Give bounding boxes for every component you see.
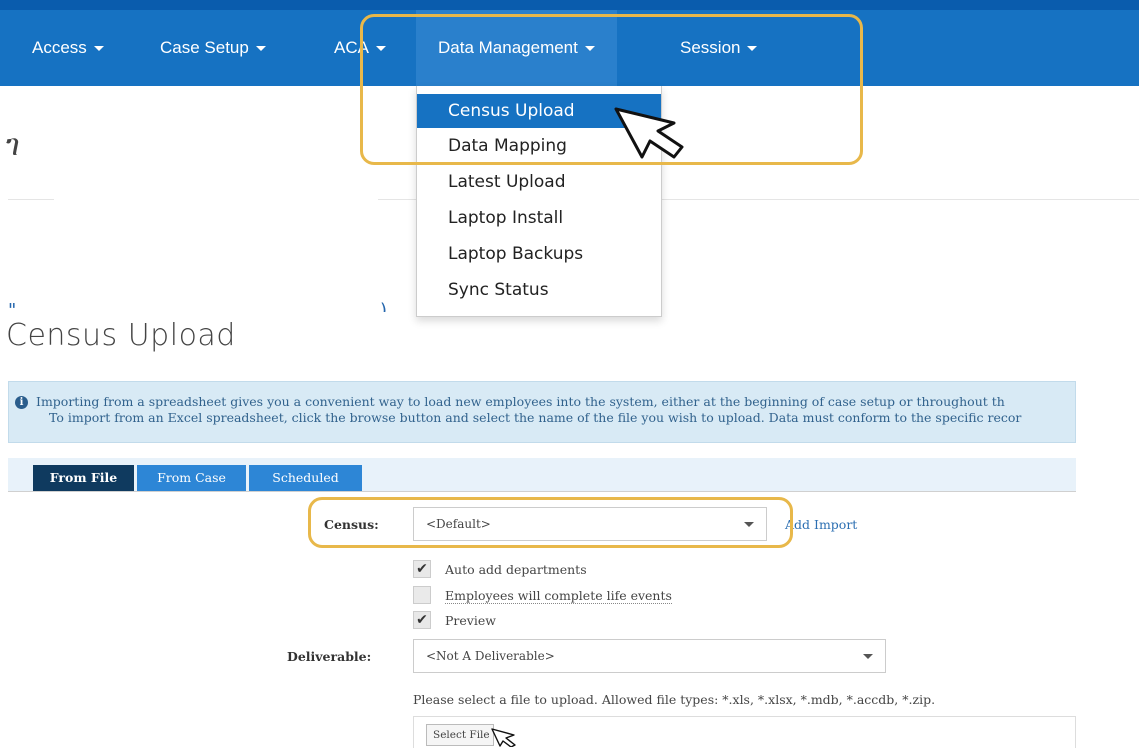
nav-access[interactable]: Access: [32, 10, 104, 86]
upload-instructions: Please select a file to upload. Allowed …: [413, 692, 936, 707]
info-line-2: To import from an Excel spreadsheet, cli…: [49, 410, 1022, 425]
pointer-cursor-icon: [491, 728, 516, 747]
clipped-text-fragment: ": [8, 300, 17, 312]
tab-from-file[interactable]: From File: [33, 465, 134, 491]
deliverable-select[interactable]: <Not A Deliverable>: [413, 639, 886, 673]
menu-item-label: Laptop Backups: [448, 244, 584, 264]
highlight-frame-census: [308, 497, 793, 548]
checkbox-label: Employees will complete life events: [445, 588, 672, 604]
select-file-label: Select File: [433, 729, 490, 741]
nav-access-label: Access: [32, 38, 87, 57]
info-alert: i Importing from a spreadsheet gives you…: [8, 381, 1076, 443]
partial-heading: ገ: [6, 128, 20, 163]
info-icon: i: [15, 396, 28, 409]
checkbox-employees-life-events[interactable]: [413, 586, 431, 604]
select-file-button[interactable]: Select File: [426, 724, 494, 746]
chevron-down-icon: [863, 654, 873, 659]
checkbox-auto-add-departments[interactable]: ✔: [413, 560, 431, 578]
menu-item-label: Latest Upload: [448, 172, 566, 192]
menu-item-laptop-backups[interactable]: Laptop Backups: [417, 237, 661, 271]
checkbox-preview[interactable]: ✔: [413, 611, 431, 629]
info-line-1: Importing from a spreadsheet gives you a…: [36, 394, 1005, 409]
highlight-frame-menu: [360, 14, 863, 165]
menu-item-sync-status[interactable]: Sync Status: [417, 273, 661, 307]
menu-item-latest-upload[interactable]: Latest Upload: [417, 165, 661, 199]
checkbox-label: Auto add departments: [445, 562, 587, 577]
menu-item-label: Laptop Install: [448, 208, 564, 228]
deliverable-label: Deliverable:: [287, 649, 372, 664]
caret-down-icon: [93, 46, 104, 52]
menu-item-label: Sync Status: [448, 280, 549, 300]
add-import-link[interactable]: Add Import: [785, 517, 857, 532]
tab-label: From Case: [157, 470, 226, 485]
tab-label: Scheduled: [272, 470, 339, 485]
page-title: Census Upload: [6, 318, 236, 353]
deliverable-select-value: <Not A Deliverable>: [426, 649, 555, 663]
tab-label: From File: [49, 470, 118, 485]
tab-scheduled[interactable]: Scheduled: [249, 465, 362, 491]
nav-case-setup-label: Case Setup: [160, 38, 249, 57]
top-edge: [0, 0, 1139, 10]
menu-item-laptop-install[interactable]: Laptop Install: [417, 201, 661, 235]
clipped-text-fragment: ): [380, 300, 388, 312]
checkbox-label: Preview: [445, 613, 496, 628]
caret-down-icon: [255, 46, 266, 52]
tab-from-case[interactable]: From Case: [137, 465, 246, 491]
nav-case-setup[interactable]: Case Setup: [160, 10, 266, 86]
divider: [8, 199, 54, 200]
